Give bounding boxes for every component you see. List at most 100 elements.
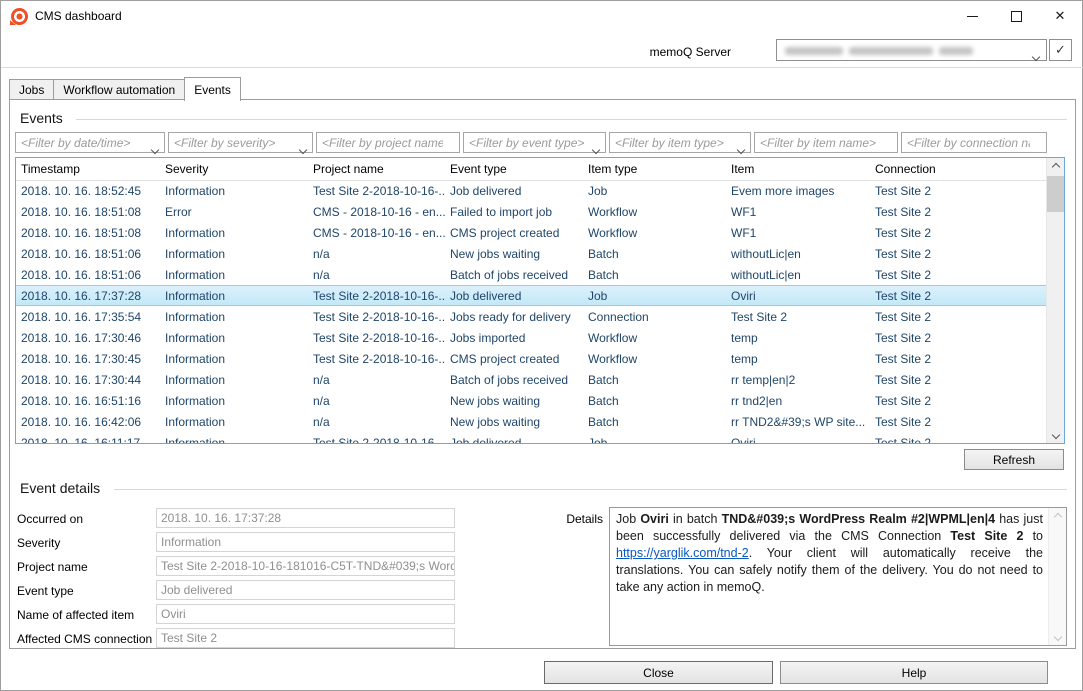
field-value-name-of-affected-item[interactable]: Oviri <box>156 604 455 624</box>
table-row[interactable]: 2018. 10. 16. 17:30:44Informationn/aBatc… <box>16 369 1047 390</box>
table-row[interactable]: 2018. 10. 16. 18:52:45InformationTest Si… <box>16 180 1047 201</box>
cell: Information <box>160 222 308 243</box>
details-bold-text: Oviri <box>640 512 669 526</box>
details-plain-text: to <box>1023 529 1043 543</box>
table-row[interactable]: 2018. 10. 16. 18:51:06Informationn/aBatc… <box>16 264 1047 285</box>
filter-input-3[interactable] <box>317 133 459 152</box>
field-value-project-name[interactable]: Test Site 2-2018-10-16-181016-C5T-TND&#0… <box>156 556 455 576</box>
field-label-project-name: Project name <box>17 560 88 574</box>
table-row[interactable]: 2018. 10. 16. 16:42:06Informationn/aNew … <box>16 411 1047 432</box>
scroll-up-icon[interactable] <box>1049 508 1066 525</box>
window-controls: ✕ <box>950 1 1082 31</box>
field-value-occurred-on[interactable]: 2018. 10. 16. 17:37:28 <box>156 508 455 528</box>
tab-events[interactable]: Events <box>184 77 241 101</box>
column-header-event-type[interactable]: Event type <box>445 158 583 180</box>
events-table-body: 2018. 10. 16. 18:52:45InformationTest Si… <box>16 180 1047 443</box>
column-header-connection[interactable]: Connection <box>870 158 1047 180</box>
cell: 2018. 10. 16. 18:51:06 <box>16 264 160 285</box>
cell: Test Site 2-2018-10-16-... <box>308 180 445 201</box>
table-row[interactable]: 2018. 10. 16. 16:11:17InformationTest Si… <box>16 432 1047 443</box>
filter-input-2[interactable] <box>169 133 312 152</box>
titlebar: CMS dashboard ✕ <box>1 1 1082 31</box>
cell: Test Site 2 <box>870 180 1047 201</box>
filter-1 <box>15 132 165 153</box>
column-header-timestamp[interactable]: Timestamp <box>16 158 160 180</box>
field-label-occurred-on: Occurred on <box>17 512 83 526</box>
close-button[interactable]: Close <box>544 661 773 684</box>
server-combobox[interactable] <box>776 39 1047 61</box>
filter-input-1[interactable] <box>16 133 164 152</box>
cell: n/a <box>308 390 445 411</box>
table-row[interactable]: 2018. 10. 16. 18:51:08InformationCMS - 2… <box>16 222 1047 243</box>
field-value-affected-cms-connection[interactable]: Test Site 2 <box>156 628 455 648</box>
chevron-down-icon[interactable] <box>1033 47 1039 65</box>
cell: Job <box>583 286 726 305</box>
scrollbar-thumb[interactable] <box>1047 176 1064 212</box>
minimize-button[interactable] <box>950 1 994 31</box>
table-row-selected[interactable]: 2018. 10. 16. 17:37:28InformationTest Si… <box>16 285 1047 306</box>
column-header-project-name[interactable]: Project name <box>308 158 445 180</box>
cell: Test Site 2 <box>870 264 1047 285</box>
chevron-down-icon[interactable] <box>593 140 599 158</box>
table-row[interactable]: 2018. 10. 16. 17:35:54InformationTest Si… <box>16 306 1047 327</box>
table-row[interactable]: 2018. 10. 16. 18:51:08ErrorCMS - 2018-10… <box>16 201 1047 222</box>
close-icon: ✕ <box>1055 8 1066 24</box>
cell: Test Site 2 <box>870 411 1047 432</box>
table-row[interactable]: 2018. 10. 16. 17:30:45InformationTest Si… <box>16 348 1047 369</box>
filter-6 <box>754 132 898 153</box>
table-row[interactable]: 2018. 10. 16. 17:30:46InformationTest Si… <box>16 327 1047 348</box>
cell: Information <box>160 286 308 305</box>
cell: Information <box>160 369 308 390</box>
details-link[interactable]: https://yarglik.com/tnd-2 <box>616 546 749 560</box>
cell: Information <box>160 243 308 264</box>
field-value-event-type[interactable]: Job delivered <box>156 580 455 600</box>
details-box[interactable]: Job Oviri in batch TND&#039;s WordPress … <box>609 507 1067 646</box>
cell: CMS - 2018-10-16 - en... <box>308 222 445 243</box>
window-title: CMS dashboard <box>35 9 122 23</box>
scroll-down-icon[interactable] <box>1047 426 1064 443</box>
table-row[interactable]: 2018. 10. 16. 18:51:06Informationn/aNew … <box>16 243 1047 264</box>
tab-jobs[interactable]: Jobs <box>9 79 53 100</box>
server-confirm-button[interactable]: ✓ <box>1049 39 1072 61</box>
column-header-severity[interactable]: Severity <box>160 158 308 180</box>
filter-input-4[interactable] <box>464 133 605 152</box>
cell: Information <box>160 306 308 327</box>
cell: WF1 <box>726 201 870 222</box>
help-button[interactable]: Help <box>780 661 1048 684</box>
maximize-button[interactable] <box>994 1 1038 31</box>
refresh-button[interactable]: Refresh <box>964 449 1064 470</box>
chevron-down-icon[interactable] <box>738 140 744 158</box>
events-table-scrollbar[interactable] <box>1046 158 1064 443</box>
field-value-severity[interactable]: Information <box>156 532 455 552</box>
chevron-down-icon[interactable] <box>300 140 306 158</box>
cell: Test Site 2 <box>870 327 1047 348</box>
cell: Test Site 2-2018-10-16-... <box>308 432 445 443</box>
cell: Test Site 2 <box>870 201 1047 222</box>
cms-dashboard-window: CMS dashboard ✕ memoQ Server ✓ JobsWorkf… <box>0 0 1083 691</box>
cell: Batch <box>583 243 726 264</box>
filter-input-5[interactable] <box>610 133 750 152</box>
column-header-item[interactable]: Item <box>726 158 870 180</box>
cell: rr TND2&#39;s WP site... <box>726 411 870 432</box>
filter-input-7[interactable] <box>902 133 1046 152</box>
filter-row <box>15 132 1047 153</box>
close-window-button[interactable]: ✕ <box>1038 1 1082 31</box>
server-label: memoQ Server <box>621 45 731 59</box>
details-scrollbar[interactable] <box>1048 508 1066 645</box>
cell: n/a <box>308 264 445 285</box>
cell: Test Site 2 <box>870 348 1047 369</box>
column-header-item-type[interactable]: Item type <box>583 158 726 180</box>
cell: Connection <box>583 306 726 327</box>
filter-input-6[interactable] <box>755 133 897 152</box>
scroll-up-icon[interactable] <box>1047 158 1064 175</box>
tab-workflow-automation[interactable]: Workflow automation <box>53 79 184 100</box>
toolbar-separator <box>1 67 1083 68</box>
cell: Batch <box>583 264 726 285</box>
field-label-severity: Severity <box>17 536 60 550</box>
table-row[interactable]: 2018. 10. 16. 16:51:16Informationn/aNew … <box>16 390 1047 411</box>
scroll-down-icon[interactable] <box>1049 628 1066 645</box>
cell: withoutLic|en <box>726 243 870 264</box>
cell: CMS - 2018-10-16 - en... <box>308 201 445 222</box>
cell: Workflow <box>583 222 726 243</box>
chevron-down-icon[interactable] <box>152 140 158 158</box>
